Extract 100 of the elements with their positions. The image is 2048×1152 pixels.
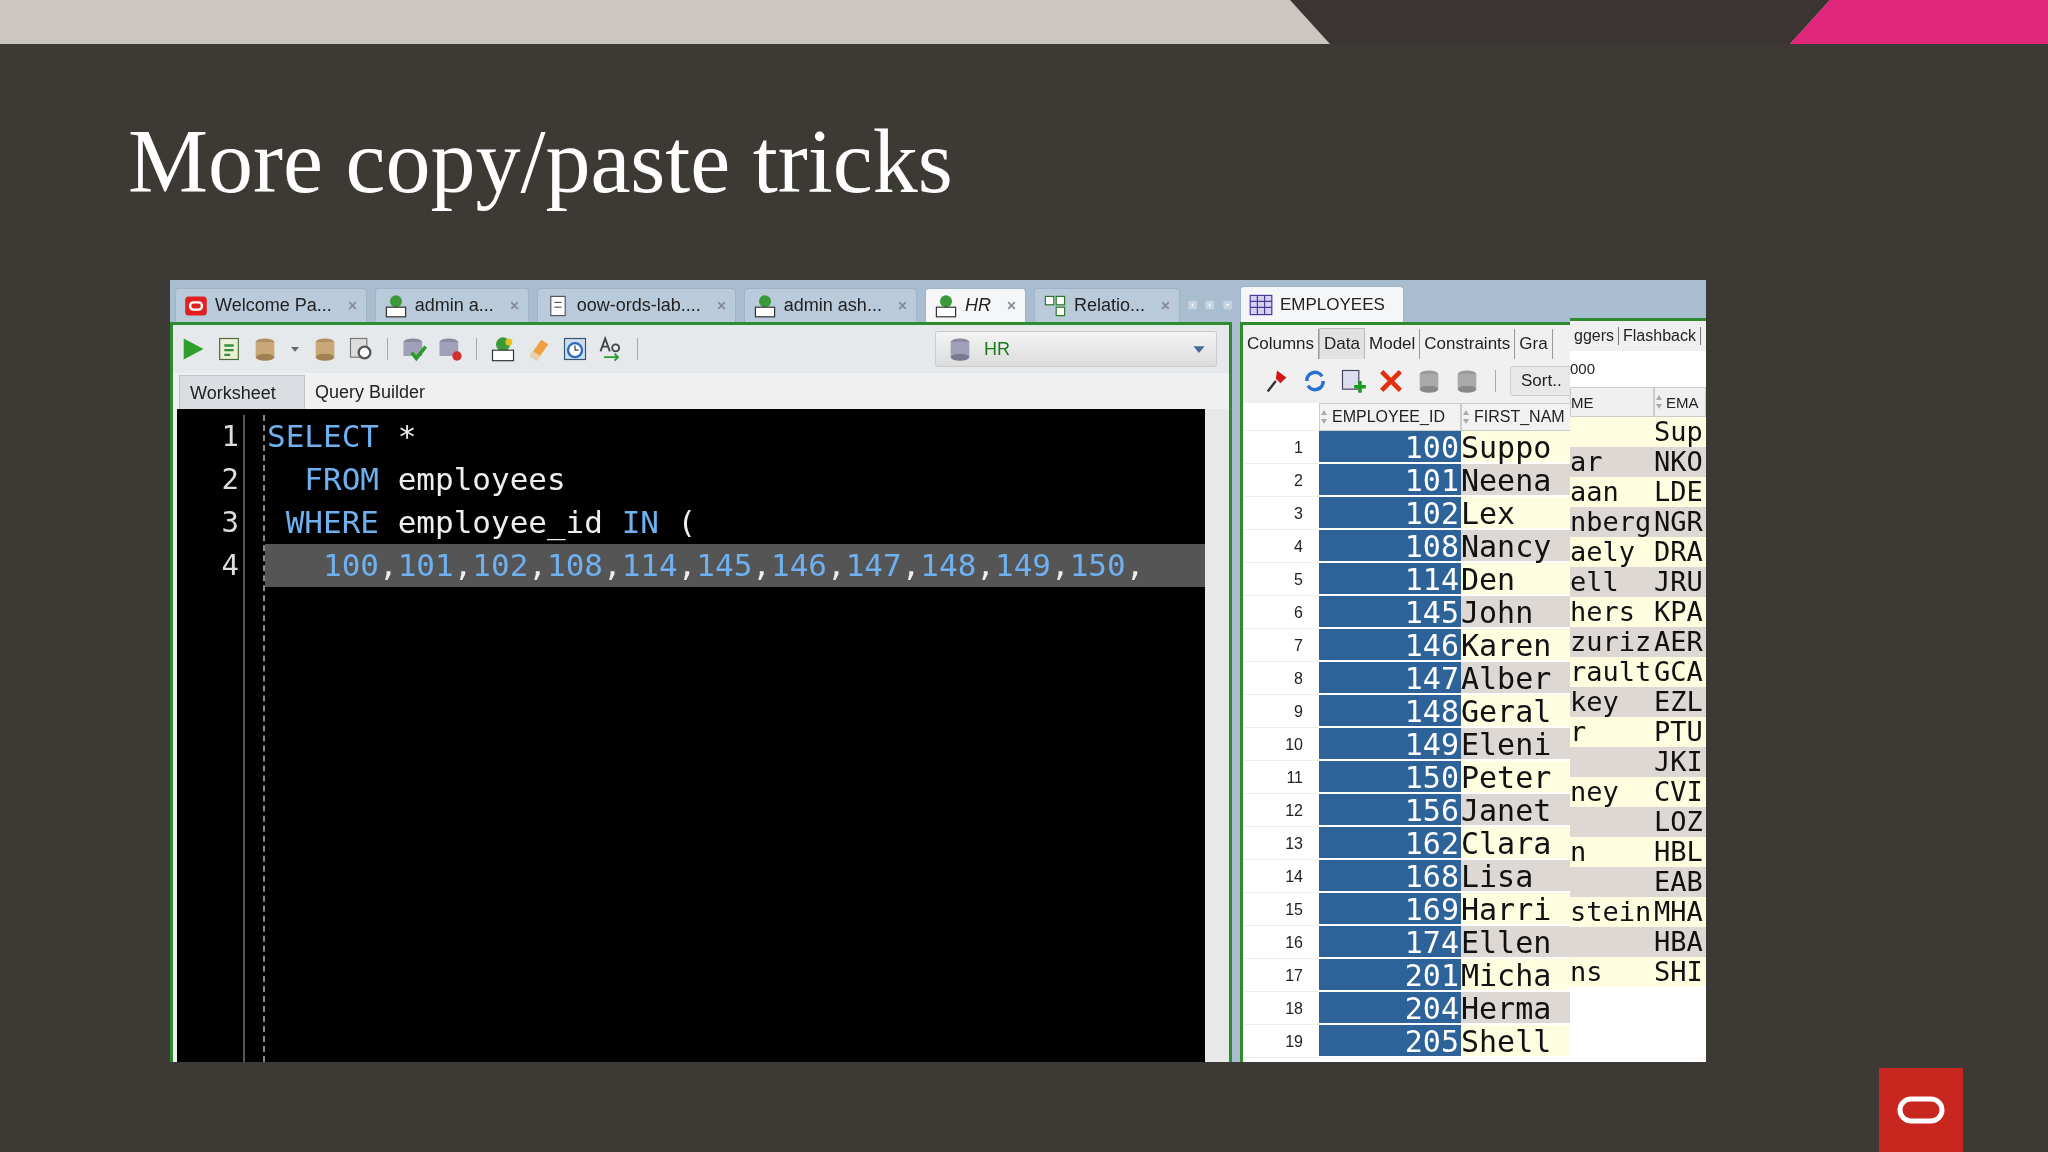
- line-number: 2: [220, 461, 239, 498]
- table-cell: Sup: [1654, 417, 1706, 447]
- table-cell: JRU: [1654, 567, 1706, 597]
- column-header[interactable]: ME: [1570, 387, 1654, 417]
- code-editor[interactable]: 1 2 3 4 SELECT * FROM employees WHERE employee_id IN ( 100,101,102,108,114,145,146,147,148,149,150,: [177, 409, 1205, 1062]
- table-icon: [1249, 292, 1273, 317]
- line-number: 4: [220, 547, 239, 584]
- editor-tab[interactable]: admin ash...: [743, 288, 917, 322]
- table-cell: 148: [1319, 695, 1461, 728]
- table-cell: aan: [1570, 477, 1654, 507]
- table-cell: CVI: [1654, 777, 1706, 807]
- table-cell: NGR: [1654, 507, 1706, 537]
- table-cell: 150: [1319, 761, 1461, 794]
- table-cell: PTU: [1654, 717, 1706, 747]
- line-number: 3: [220, 504, 239, 541]
- table-cell: Shell: [1461, 1025, 1573, 1058]
- editor-tab[interactable]: oow-ords-lab....: [536, 288, 736, 322]
- table-subtab[interactable]: Data: [1319, 328, 1365, 359]
- table-cell: GCA: [1654, 657, 1706, 687]
- table-cell: 156: [1319, 794, 1461, 827]
- close-icon[interactable]: [1159, 300, 1171, 311]
- oracle-icon: [184, 293, 208, 318]
- table-cell: nberg: [1570, 507, 1654, 537]
- table-cell: aely: [1570, 537, 1654, 567]
- editor-tab[interactable]: HR: [924, 288, 1026, 322]
- table-cell: Peter: [1461, 761, 1573, 794]
- table-cell: zuriz: [1570, 627, 1654, 657]
- table-cell: Eleni: [1461, 728, 1573, 761]
- column-title: EMA: [1666, 393, 1699, 411]
- add-row-icon[interactable]: [1339, 367, 1367, 395]
- code-line: SELECT *: [266, 417, 418, 456]
- table-cell: 204: [1319, 992, 1461, 1025]
- table-cell: Micha: [1461, 959, 1573, 992]
- table-cell: ns: [1570, 957, 1654, 987]
- table-cell: Nancy: [1461, 530, 1573, 563]
- column-title: EMPLOYEE_ID: [1332, 408, 1445, 426]
- table-cell: 168: [1319, 860, 1461, 893]
- table-cell: Janet: [1461, 794, 1573, 827]
- table-subtab[interactable]: Constraints: [1420, 329, 1516, 359]
- worksheet-tab[interactable]: Worksheet: [179, 375, 305, 409]
- table-cell: key: [1570, 687, 1654, 717]
- table-cell: 169: [1319, 893, 1461, 926]
- column-header[interactable]: EMPLOYEE_ID: [1319, 403, 1461, 431]
- sql-worksheet-icon: [933, 293, 958, 318]
- table-subtab[interactable]: Model: [1365, 329, 1421, 359]
- editor-tab[interactable]: admin a...: [374, 288, 529, 322]
- close-icon[interactable]: [896, 300, 908, 311]
- table-cell: Ellen: [1461, 926, 1573, 959]
- table-cell: Suppo: [1461, 431, 1573, 464]
- table-cell: Harri: [1461, 893, 1573, 926]
- tab-label: HR: [964, 295, 991, 316]
- editor-tab[interactable]: Welcome Pa...: [175, 288, 367, 322]
- tab-label: Welcome Pa...: [215, 295, 332, 316]
- table-cell: 114: [1319, 563, 1461, 596]
- table-cell: John: [1461, 596, 1573, 629]
- tab-label: Relatio...: [1073, 295, 1145, 316]
- table-cell: LDE: [1654, 477, 1706, 507]
- caret-icon: [1192, 344, 1206, 354]
- column-header[interactable]: EMA: [1654, 387, 1706, 417]
- code-line: WHERE employee_id IN (: [284, 503, 698, 543]
- column-header[interactable]: FIRST_NAM: [1461, 403, 1573, 431]
- table-cell: EZL: [1654, 687, 1706, 717]
- clock-icon[interactable]: [561, 335, 589, 363]
- table-cell: ney: [1570, 777, 1654, 807]
- table-subtab[interactable]: ggers: [1570, 327, 1620, 345]
- connection-dropdown[interactable]: HR: [935, 331, 1217, 367]
- table-cell: 101: [1319, 464, 1461, 497]
- table-cell: AER: [1654, 627, 1706, 657]
- table-subtab[interactable]: Gra: [1515, 329, 1553, 359]
- table-cell: Alber: [1461, 662, 1573, 695]
- table-cell: rault: [1570, 657, 1654, 687]
- table-cell: ell: [1570, 567, 1654, 597]
- table-cell: HBA: [1654, 927, 1706, 957]
- table-cell: 149: [1319, 728, 1461, 761]
- table-cell: 162: [1319, 827, 1461, 860]
- table-subtab[interactable]: Flashback: [1619, 327, 1701, 345]
- table-tab[interactable]: EMPLOYEES: [1240, 286, 1404, 322]
- table-cell: Neena: [1461, 464, 1573, 497]
- table-cell: Lex: [1461, 497, 1573, 530]
- table-cell: hers: [1570, 597, 1654, 627]
- table-cell: 147: [1319, 662, 1461, 695]
- table-cell: 102: [1319, 497, 1461, 530]
- sql-icon[interactable]: [489, 335, 517, 363]
- table-cell: Herma: [1461, 992, 1573, 1025]
- table-cell: DRA: [1654, 537, 1706, 567]
- editor-tab[interactable]: Relatio...: [1033, 288, 1180, 322]
- table-cell: Clara: [1461, 827, 1573, 860]
- close-icon[interactable]: [346, 300, 358, 311]
- close-icon[interactable]: [1005, 300, 1017, 311]
- table-cell: 100: [1319, 431, 1461, 464]
- close-icon[interactable]: [715, 300, 727, 311]
- scrollbar[interactable]: [1205, 409, 1229, 1062]
- tab-label: oow-ords-lab....: [576, 295, 701, 316]
- table-cell: JKI: [1654, 747, 1706, 777]
- table-cell: 146: [1319, 629, 1461, 662]
- table-cell: LOZ: [1654, 807, 1706, 837]
- table-cell: 205: [1319, 1025, 1461, 1058]
- delete-icon[interactable]: [1377, 367, 1405, 395]
- worksheet-tab[interactable]: Query Builder: [305, 375, 436, 409]
- close-icon[interactable]: [508, 300, 520, 311]
